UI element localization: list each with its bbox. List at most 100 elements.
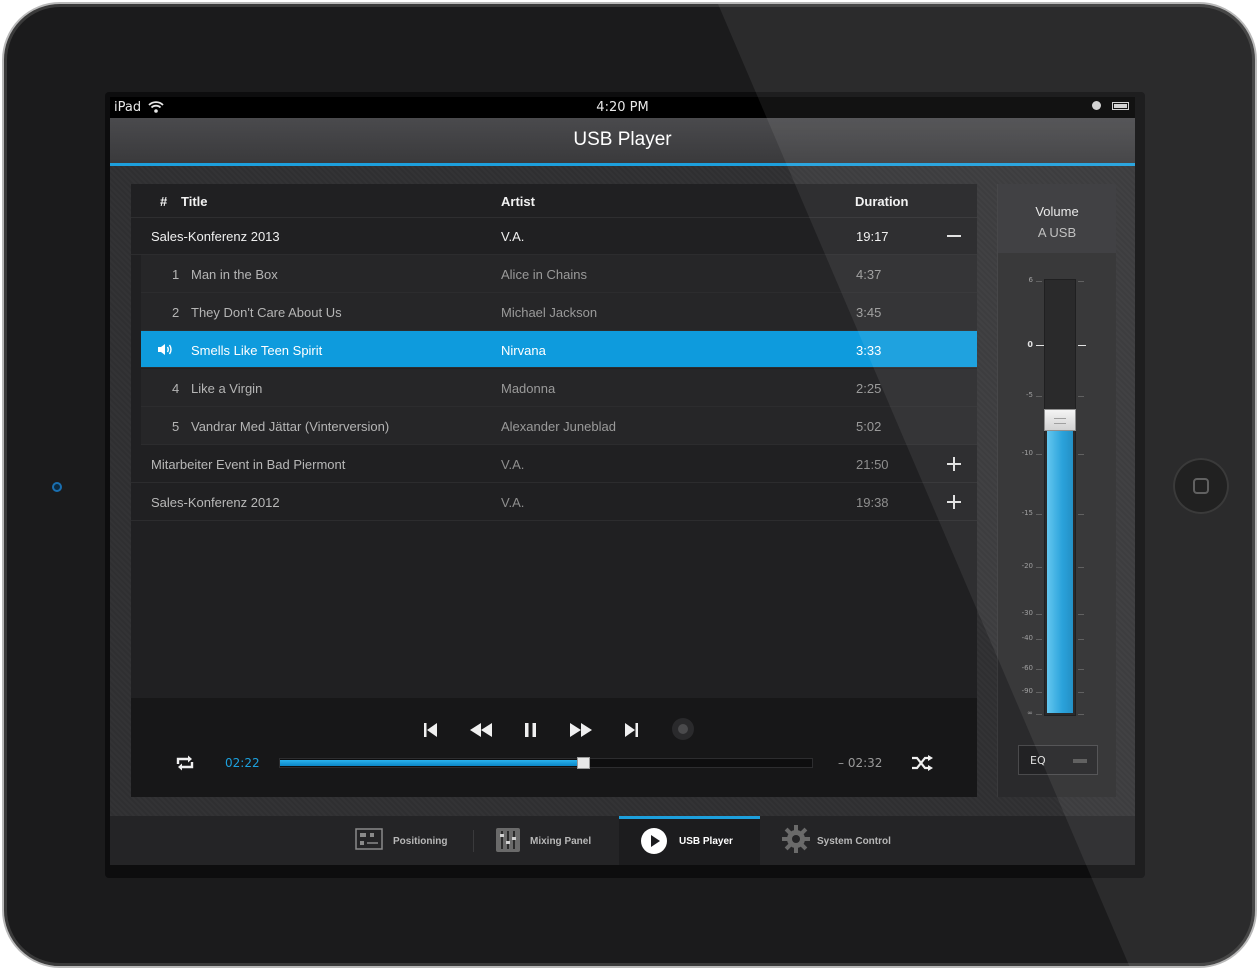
eq-button[interactable]: EQ	[1018, 745, 1098, 775]
track-duration: 3:33	[856, 343, 882, 358]
volume-panel: Volume A USB 6 0 -5 -10 -15 -20 -30 -40 -60 -90 ∞ …	[997, 184, 1116, 797]
home-button[interactable]	[1173, 458, 1229, 514]
tab-label: USB Player	[679, 836, 733, 847]
progress-fill	[280, 760, 583, 766]
tab-mixing-panel[interactable]: Mixing Panel	[485, 816, 619, 865]
repeat-icon[interactable]	[175, 755, 195, 771]
volume-scale-tick	[1036, 567, 1042, 569]
volume-scale-tick	[1036, 514, 1042, 516]
progress-bar[interactable]	[279, 757, 813, 769]
tab-usb-player[interactable]: USB Player	[619, 816, 760, 865]
volume-scale-tick	[1078, 281, 1084, 283]
record-icon[interactable]	[672, 718, 694, 740]
playlist-header: # Title Artist Duration	[131, 184, 977, 218]
track-number: 1	[172, 267, 180, 282]
track-artist: Michael Jackson	[501, 305, 598, 320]
volume-scale-label: -10	[1021, 448, 1033, 457]
shuffle-icon[interactable]	[912, 755, 934, 771]
volume-scale-label: -30	[1021, 608, 1033, 617]
volume-scale-tick	[1036, 638, 1042, 640]
album-artist: V.A.	[501, 457, 525, 472]
volume-scale-tick	[1036, 691, 1042, 693]
volume-scale-tick	[1078, 668, 1084, 670]
speaker-icon	[158, 344, 172, 355]
album-title: Sales-Konferenz 2013	[151, 229, 280, 244]
battery-icon	[1112, 102, 1129, 110]
volume-knob[interactable]	[1044, 409, 1076, 432]
track-row-playing[interactable]: Smells Like Teen Spirit Nirvana 3:33	[141, 331, 977, 368]
volume-scale-tick	[1036, 613, 1042, 615]
volume-scale-label: -90	[1021, 686, 1033, 695]
header-artist[interactable]: Artist	[501, 194, 535, 209]
album-row[interactable]: Sales-Konferenz 2013 V.A. 19:17	[131, 217, 977, 255]
tab-divider	[473, 830, 474, 852]
fast-forward-icon[interactable]	[570, 723, 592, 737]
volume-scale-label: -60	[1021, 663, 1033, 672]
volume-channel: A USB	[1037, 225, 1077, 240]
home-square-icon	[1193, 478, 1209, 494]
mixer-icon	[496, 828, 520, 852]
volume-scale-tick	[1078, 345, 1086, 347]
volume-scale-tick	[1036, 713, 1042, 715]
volume-title: Volume	[1035, 204, 1079, 219]
expand-icon[interactable]	[946, 494, 962, 510]
track-artist: Alice in Chains	[501, 267, 587, 282]
status-bar: iPad 4:20 PM	[110, 97, 1135, 118]
app-screen: iPad 4:20 PM USB Player # Title Artist D…	[110, 97, 1135, 865]
page-title: USB Player	[573, 129, 672, 150]
elapsed-time: 02:22	[225, 756, 260, 770]
album-row[interactable]: Mitarbeiter Event in Bad Piermont V.A. 2…	[131, 445, 977, 483]
nav-bar: USB Player	[110, 118, 1135, 166]
tab-system-control[interactable]: System Control	[760, 816, 910, 865]
track-artist: Madonna	[501, 381, 556, 396]
track-duration: 2:25	[856, 381, 882, 396]
volume-scale-label: 6	[1028, 276, 1033, 285]
volume-scale-label: ∞	[1027, 708, 1033, 717]
tab-label: System Control	[817, 836, 891, 847]
positioning-icon	[355, 828, 383, 850]
header-title[interactable]: Title	[181, 194, 208, 209]
play-icon	[641, 828, 667, 854]
track-row[interactable]: 2 They Don't Care About Us Michael Jacks…	[141, 293, 977, 331]
track-row[interactable]: 5 Vandrar Med Jättar (Vinterversion) Ale…	[141, 407, 977, 445]
volume-scale-label: 0	[1027, 340, 1033, 350]
track-duration: 5:02	[856, 419, 882, 434]
volume-scale-tick	[1078, 613, 1084, 615]
track-row[interactable]: 1 Man in the Box Alice in Chains 4:37	[141, 255, 977, 293]
volume-scale-tick	[1078, 638, 1084, 640]
album-title: Sales-Konferenz 2012	[151, 495, 280, 510]
pause-icon[interactable]	[525, 723, 536, 737]
volume-scale-tick	[1036, 453, 1042, 455]
collapse-icon[interactable]	[946, 228, 962, 244]
track-number: 2	[172, 305, 180, 320]
volume-header: Volume A USB	[998, 184, 1116, 253]
tab-positioning[interactable]: Positioning	[345, 816, 473, 865]
album-artist: V.A.	[501, 495, 525, 510]
volume-scale-tick	[1036, 396, 1042, 398]
track-number: 5	[172, 419, 180, 434]
eq-indicator	[1073, 759, 1087, 763]
track-title: Man in the Box	[191, 267, 278, 282]
track-artist: Nirvana	[501, 343, 546, 358]
track-title: They Don't Care About Us	[191, 305, 342, 320]
volume-scale-label: -20	[1021, 562, 1033, 571]
skip-forward-icon[interactable]	[625, 723, 638, 737]
header-duration[interactable]: Duration	[855, 194, 908, 209]
transport-controls: 02:22 – 02:32	[131, 698, 977, 797]
progress-knob[interactable]	[577, 757, 590, 769]
volume-fader[interactable]	[1044, 279, 1076, 716]
volume-scale-tick	[1078, 691, 1084, 693]
volume-fill	[1047, 418, 1073, 713]
rewind-icon[interactable]	[470, 723, 492, 737]
track-duration: 4:37	[856, 267, 882, 282]
volume-scale-tick	[1078, 514, 1084, 516]
album-row[interactable]: Sales-Konferenz 2012 V.A. 19:38	[131, 483, 977, 521]
track-row[interactable]: 4 Like a Virgin Madonna 2:25	[141, 369, 977, 407]
volume-scale-tick	[1036, 345, 1044, 347]
expand-icon[interactable]	[946, 456, 962, 472]
volume-scale-tick	[1078, 567, 1084, 569]
header-number: #	[160, 194, 168, 209]
track-title: Vandrar Med Jättar (Vinterversion)	[191, 419, 390, 434]
track-title: Like a Virgin	[191, 381, 263, 396]
skip-back-icon[interactable]	[424, 723, 437, 737]
